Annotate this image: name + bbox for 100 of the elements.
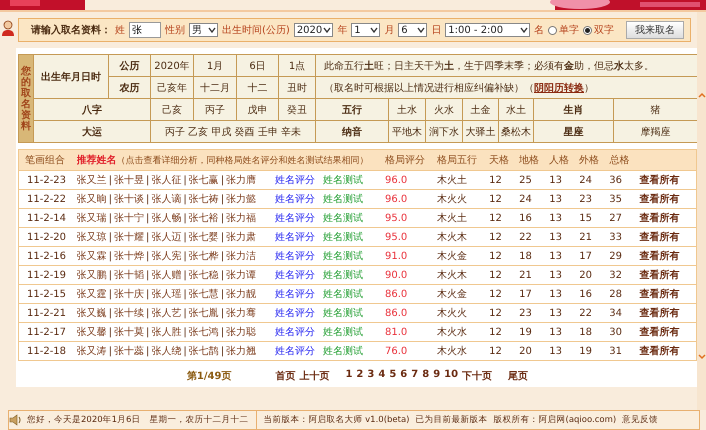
view-all-link[interactable]: 查看所有 [639, 289, 680, 300]
test-link[interactable]: 姓名测试 [322, 194, 363, 205]
view-all-link[interactable]: 查看所有 [639, 175, 680, 186]
rating-link[interactable]: 姓名评分 [274, 289, 315, 300]
surname-field[interactable]: 张 [129, 22, 161, 38]
name-link[interactable]: 张力膺 [226, 175, 256, 186]
name-button[interactable]: 我来取名 [626, 21, 684, 39]
test-link[interactable]: 姓名测试 [322, 175, 363, 186]
view-all-link[interactable]: 查看所有 [639, 232, 680, 243]
page-link[interactable]: 8 [422, 369, 430, 383]
rating-link[interactable]: 姓名评分 [274, 251, 315, 262]
scroll-up-icon[interactable] [698, 92, 706, 98]
rating-link[interactable]: 姓名评分 [274, 175, 315, 186]
view-all-link[interactable]: 查看所有 [639, 251, 680, 262]
name-link[interactable]: 张人艺 [151, 308, 182, 319]
name-link[interactable]: 张十谈 [114, 194, 144, 205]
test-link[interactable]: 姓名测试 [322, 289, 363, 300]
rating-link[interactable]: 姓名评分 [274, 346, 315, 357]
page-link[interactable]: 3 [367, 369, 374, 383]
name-link[interactable]: 张七桦 [188, 251, 219, 262]
name-link[interactable]: 张十续 [114, 308, 144, 319]
last-page-link[interactable]: 尾页 [508, 369, 528, 383]
name-link[interactable]: 张十韬 [114, 270, 144, 281]
name-link[interactable]: 张七婴 [188, 232, 219, 243]
test-link[interactable]: 姓名测试 [322, 308, 363, 319]
page-link[interactable]: 4 [378, 369, 386, 383]
test-link[interactable]: 姓名测试 [322, 346, 363, 357]
name-link[interactable]: 张七稳 [188, 270, 219, 281]
view-all-link[interactable]: 查看所有 [639, 213, 680, 224]
name-link[interactable]: 张十耀 [114, 232, 144, 243]
page-link[interactable]: 2 [356, 369, 364, 383]
name-link[interactable]: 张又馨 [76, 327, 107, 338]
prev-pages-link[interactable]: 上十页 [299, 369, 330, 383]
rating-link[interactable]: 姓名评分 [274, 270, 315, 281]
name-link[interactable]: 张力福 [226, 213, 256, 224]
page-link[interactable]: 6 [400, 369, 408, 383]
name-link[interactable]: 张又兰 [76, 175, 107, 186]
dropdown[interactable]: 1 [351, 23, 380, 37]
name-link[interactable]: 张七裕 [188, 213, 219, 224]
view-all-link[interactable]: 查看所有 [639, 194, 680, 205]
view-all-link[interactable]: 查看所有 [639, 270, 680, 281]
name-link[interactable]: 张又琼 [76, 232, 107, 243]
name-link[interactable]: 张十莫 [114, 327, 144, 338]
page-link[interactable]: 10 [444, 369, 458, 383]
name-link[interactable]: 张又鹏 [76, 270, 107, 281]
rating-link[interactable]: 姓名评分 [274, 213, 315, 224]
name-link[interactable]: 张力骞 [226, 308, 256, 319]
radio-option[interactable]: 单字 [548, 23, 580, 37]
name-link[interactable]: 张十烨 [114, 251, 144, 262]
page-link[interactable]: 5 [389, 369, 396, 383]
page-link[interactable]: 9 [433, 369, 440, 383]
name-link[interactable]: 张力谭 [226, 270, 256, 281]
scroll-down-icon[interactable] [698, 354, 706, 360]
name-link[interactable]: 张又霖 [76, 251, 107, 262]
name-link[interactable]: 张人绕 [151, 346, 182, 357]
page-link[interactable]: 1 [345, 369, 352, 383]
dropdown[interactable]: 男 [189, 23, 218, 37]
name-link[interactable]: 张人畅 [151, 213, 182, 224]
name-link[interactable]: 张又霆 [76, 289, 107, 300]
dropdown[interactable]: 6 [398, 23, 428, 37]
radio-option[interactable]: 双字 [583, 23, 614, 37]
name-link[interactable]: 张十庆 [114, 289, 144, 300]
name-link[interactable]: 张力肃 [226, 232, 256, 243]
name-link[interactable]: 张七鹊 [188, 346, 219, 357]
name-link[interactable]: 张人谪 [151, 194, 182, 205]
name-link[interactable]: 张七慧 [188, 289, 219, 300]
name-link[interactable]: 张人赠 [151, 270, 182, 281]
rating-link[interactable]: 姓名评分 [274, 327, 315, 338]
dropdown[interactable]: 1:00 - 2:00 [445, 23, 530, 37]
name-link[interactable]: 张人宪 [151, 251, 182, 262]
feedback-link[interactable]: 意见反馈 [622, 414, 658, 426]
name-link[interactable]: 张又晌 [76, 194, 107, 205]
test-link[interactable]: 姓名测试 [322, 232, 363, 243]
name-link[interactable]: 张七祷 [188, 194, 219, 205]
view-all-link[interactable]: 查看所有 [639, 308, 680, 319]
first-page-link[interactable]: 首页 [275, 369, 296, 383]
view-all-link[interactable]: 查看所有 [639, 327, 680, 338]
calendar-link[interactable]: 阴阳历转换 [534, 82, 584, 94]
page-link[interactable]: 7 [411, 369, 418, 383]
name-link[interactable]: 张十昱 [114, 175, 144, 186]
test-link[interactable]: 姓名测试 [322, 251, 363, 262]
name-link[interactable]: 张十宁 [114, 213, 144, 224]
name-link[interactable]: 张力靓 [226, 289, 256, 300]
name-link[interactable]: 张又巍 [76, 308, 107, 319]
name-link[interactable]: 张人迈 [151, 232, 182, 243]
name-link[interactable]: 张力聪 [226, 327, 256, 338]
name-link[interactable]: 张又涛 [76, 346, 107, 357]
name-link[interactable]: 张十蕊 [114, 346, 144, 357]
name-link[interactable]: 张力翘 [226, 346, 256, 357]
rating-link[interactable]: 姓名评分 [274, 194, 315, 205]
name-link[interactable]: 张力洁 [226, 251, 256, 262]
name-link[interactable]: 张又瑞 [76, 213, 107, 224]
name-link[interactable]: 张七胤 [188, 308, 219, 319]
rating-link[interactable]: 姓名评分 [274, 232, 315, 243]
next-pages-link[interactable]: 下十页 [462, 369, 492, 383]
name-link[interactable]: 张人胜 [151, 327, 182, 338]
rating-link[interactable]: 姓名评分 [274, 308, 315, 319]
name-link[interactable]: 张七赢 [188, 175, 219, 186]
name-link[interactable]: 张人征 [151, 175, 182, 186]
view-all-link[interactable]: 查看所有 [639, 346, 680, 357]
